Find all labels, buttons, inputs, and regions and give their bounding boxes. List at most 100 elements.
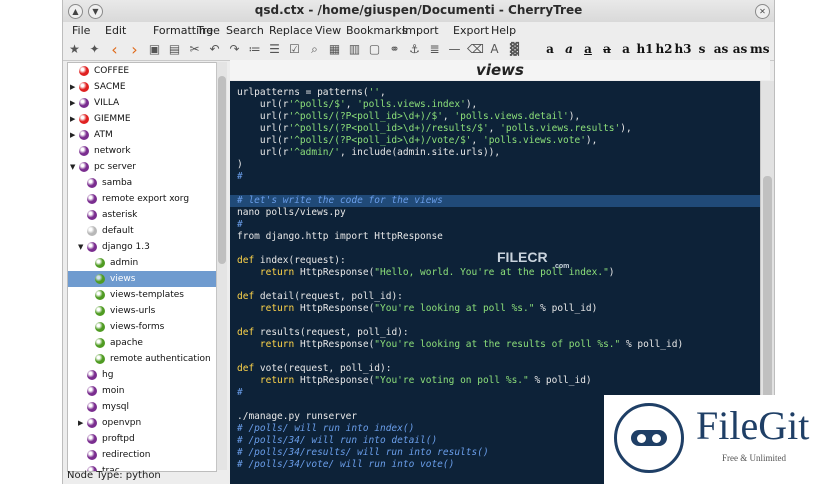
cherry-icon: [87, 386, 97, 396]
tree-node-moin[interactable]: moin: [68, 383, 216, 399]
cut-icon[interactable]: ✂: [187, 42, 202, 57]
menu-help[interactable]: Help: [491, 24, 516, 37]
tree-node-label: apache: [110, 338, 143, 348]
code-line: urlpatterns = patterns('',: [237, 87, 386, 98]
menu-file[interactable]: File: [72, 24, 90, 37]
format-button-4[interactable]: a: [598, 42, 616, 57]
tree-node-asterisk[interactable]: asterisk: [68, 207, 216, 223]
undo-icon[interactable]: ↶: [207, 42, 222, 57]
color-fg-icon[interactable]: A: [487, 42, 502, 57]
add-node-icon[interactable]: ★: [67, 42, 82, 57]
menu-view[interactable]: View: [315, 24, 341, 37]
code-line: from django.http import HttpResponse: [237, 231, 443, 242]
insert-link-icon[interactable]: ⚭: [387, 42, 402, 57]
horizontal-rule-icon[interactable]: —: [447, 42, 462, 57]
tree-node-giemme[interactable]: ▶ GIEMME: [68, 111, 216, 127]
cherry-icon: [95, 274, 105, 284]
format-button-8[interactable]: h3: [674, 42, 692, 57]
menu-import[interactable]: Import: [402, 24, 439, 37]
node-tree[interactable]: COFFEE ▶ SACME ▶ VILLA ▶ GIEMME ▶ ATM network ▼ pc …: [67, 62, 217, 472]
tree-node-network[interactable]: network: [68, 143, 216, 159]
go-forward-icon[interactable]: ›: [127, 42, 142, 58]
collapse-icon[interactable]: ▼: [78, 239, 86, 255]
format-button-6[interactable]: h1: [636, 42, 654, 57]
tree-node-label: views-templates: [110, 290, 184, 300]
menu-search[interactable]: Search: [226, 24, 264, 37]
menu-replace[interactable]: Replace: [269, 24, 313, 37]
tree-node-pc-server[interactable]: ▼ pc server: [68, 159, 216, 175]
tree-node-proftpd[interactable]: proftpd: [68, 431, 216, 447]
format-button-2[interactable]: a: [560, 42, 578, 57]
code-line: #: [237, 219, 243, 230]
format-button-3[interactable]: a: [579, 42, 597, 57]
export-pdf-icon[interactable]: ▤: [167, 42, 182, 57]
tree-node-coffee[interactable]: COFFEE: [68, 63, 216, 79]
todo-list-icon[interactable]: ☑: [287, 42, 302, 57]
tree-node-label: remote export xorg: [102, 194, 190, 204]
clear-format-icon[interactable]: ⌫: [467, 42, 484, 57]
tree-node-hg[interactable]: hg: [68, 367, 216, 383]
tree-node-sacme[interactable]: ▶ SACME: [68, 79, 216, 95]
cherry-icon: [87, 450, 97, 460]
format-button-9[interactable]: s: [693, 42, 711, 57]
save-icon[interactable]: ▣: [147, 42, 162, 57]
insert-toc-icon[interactable]: ≣: [427, 42, 442, 57]
code-line: ./manage.py runserver: [237, 411, 358, 422]
menu-bookmarks[interactable]: Bookmarks: [346, 24, 407, 37]
cherry-icon: [87, 178, 97, 188]
badge-subtitle: Free & Unlimited: [722, 453, 786, 463]
tree-scrollbar-thumb[interactable]: [218, 76, 226, 264]
insert-image-icon[interactable]: ▦: [327, 42, 342, 57]
tree-node-default[interactable]: default: [68, 223, 216, 239]
tree-node-label: network: [94, 146, 131, 156]
collapse-icon[interactable]: ▼: [70, 159, 78, 175]
bulleted-list-icon[interactable]: ≔: [247, 42, 262, 57]
menu-edit[interactable]: Edit: [105, 24, 126, 37]
expand-icon[interactable]: ▶: [70, 95, 78, 111]
tree-node-redirection[interactable]: redirection: [68, 447, 216, 463]
color-bg-icon[interactable]: ▓: [507, 42, 522, 57]
insert-table-icon[interactable]: ▥: [347, 42, 362, 57]
tree-node-views[interactable]: views: [68, 271, 216, 287]
tree-node-remote-export-xorg[interactable]: remote export xorg: [68, 191, 216, 207]
insert-anchor-icon[interactable]: ⚓: [407, 42, 422, 57]
format-button-11[interactable]: as: [731, 42, 749, 57]
cherry-icon: [87, 242, 97, 252]
expand-icon[interactable]: ▶: [70, 79, 78, 95]
cherry-icon: [87, 418, 97, 428]
expand-icon[interactable]: ▶: [70, 111, 78, 127]
menu-bar: File Edit Formatting Tree Search Replace View B…: [63, 22, 774, 40]
tree-node-views-forms[interactable]: views-forms: [68, 319, 216, 335]
go-back-icon[interactable]: ‹: [107, 42, 122, 58]
tree-node-admin[interactable]: admin: [68, 255, 216, 271]
menu-export[interactable]: Export: [453, 24, 489, 37]
tree-node-villa[interactable]: ▶ VILLA: [68, 95, 216, 111]
format-button-1[interactable]: a: [541, 42, 559, 57]
format-button-10[interactable]: as: [712, 42, 730, 57]
find-icon[interactable]: ⌕: [307, 42, 322, 57]
menu-tree[interactable]: Tree: [197, 24, 220, 37]
tree-node-label: GIEMME: [94, 114, 131, 124]
tree-node-views-urls[interactable]: views-urls: [68, 303, 216, 319]
expand-icon[interactable]: ▶: [78, 415, 86, 431]
format-button-12[interactable]: ms: [750, 42, 769, 57]
tree-node-apache[interactable]: apache: [68, 335, 216, 351]
redo-icon[interactable]: ↷: [227, 42, 242, 57]
format-button-7[interactable]: h2: [655, 42, 673, 57]
tree-node-remote-authentication[interactable]: remote authentication: [68, 351, 216, 367]
tree-node-views-templates[interactable]: views-templates: [68, 287, 216, 303]
format-button-5[interactable]: a: [617, 42, 635, 57]
numbered-list-icon[interactable]: ☰: [267, 42, 282, 57]
tree-node-atm[interactable]: ▶ ATM: [68, 127, 216, 143]
tree-node-label: admin: [110, 258, 139, 268]
close-icon[interactable]: ✕: [755, 4, 770, 19]
tree-node-openvpn[interactable]: ▶ openvpn: [68, 415, 216, 431]
tree-node-django-1-3[interactable]: ▼ django 1.3: [68, 239, 216, 255]
tree-node-samba[interactable]: samba: [68, 175, 216, 191]
add-subnode-icon[interactable]: ✦: [87, 42, 102, 57]
tree-node-mysql[interactable]: mysql: [68, 399, 216, 415]
insert-codebox-icon[interactable]: ▢: [367, 42, 382, 57]
expand-icon[interactable]: ▶: [70, 127, 78, 143]
code-line: #: [237, 171, 243, 182]
tree-scrollbar[interactable]: [216, 62, 227, 470]
